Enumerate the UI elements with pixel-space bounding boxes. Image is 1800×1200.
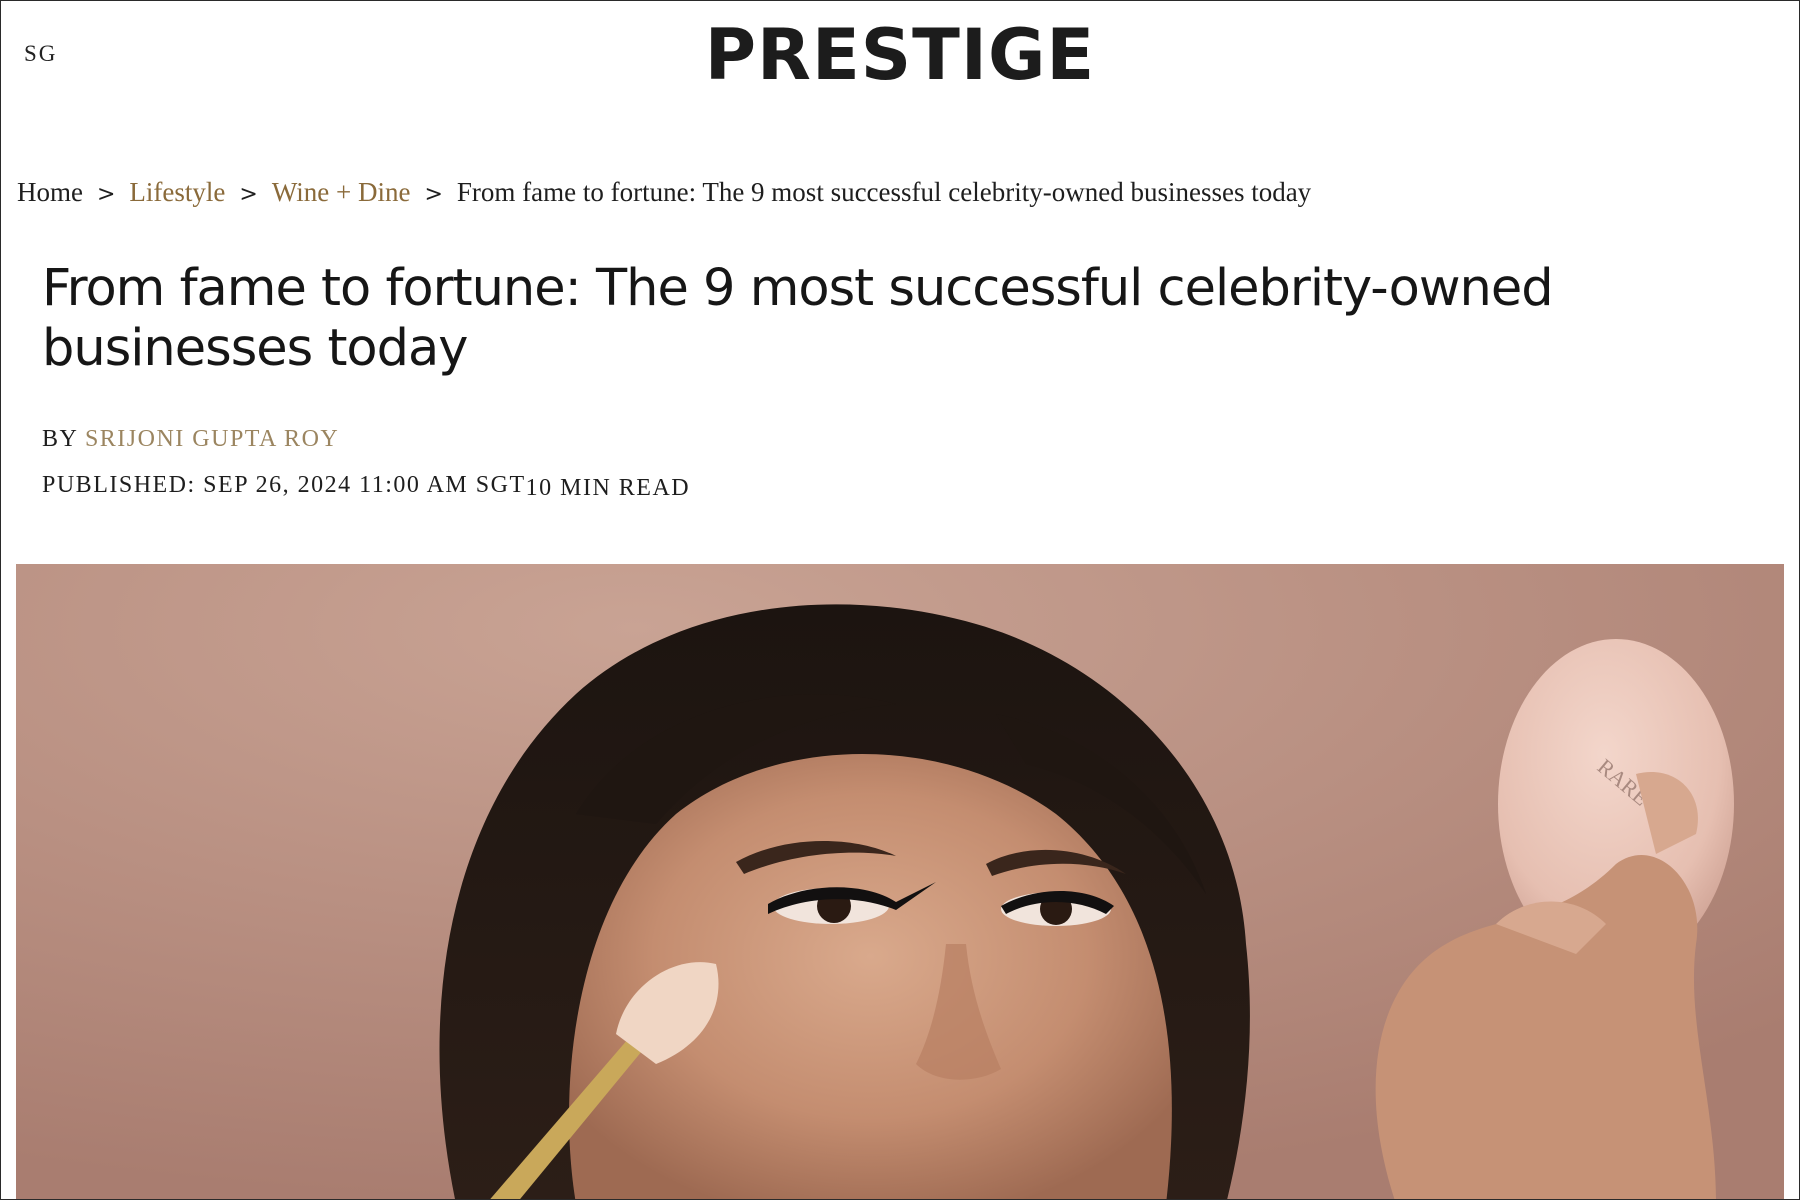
- author-link[interactable]: SRIJONI GUPTA ROY: [85, 426, 339, 452]
- byline-label: BY: [42, 426, 78, 452]
- article-title: From fame to fortune: The 9 most success…: [42, 259, 1554, 378]
- hero-image: RARE: [16, 564, 1784, 1199]
- byline: BY SRIJONI GUPTA ROY: [42, 426, 339, 453]
- breadcrumb-home[interactable]: Home: [17, 177, 83, 208]
- breadcrumb-separator: >: [424, 182, 443, 207]
- hero-illustration: RARE: [16, 564, 1784, 1199]
- article-page: SG PRESTIGE Home > Lifestyle > Wine + Di…: [0, 0, 1800, 1200]
- breadcrumb-current: From fame to fortune: The 9 most success…: [456, 177, 1312, 207]
- read-time: 10 MIN READ: [525, 475, 691, 501]
- breadcrumb-separator: >: [96, 182, 116, 207]
- breadcrumb-wine-dine[interactable]: Wine + Dine: [272, 177, 411, 208]
- site-logo[interactable]: PRESTIGE: [1, 15, 1799, 95]
- publish-date: PUBLISHED: SEP 26, 2024 11:00 AM SGT: [42, 472, 526, 498]
- breadcrumb: Home > Lifestyle > Wine + Dine > From fa…: [17, 177, 1311, 208]
- breadcrumb-separator: >: [239, 182, 258, 207]
- publish-info: PUBLISHED: SEP 26, 2024 11:00 AM SGT10 M…: [42, 472, 691, 501]
- breadcrumb-lifestyle[interactable]: Lifestyle: [129, 177, 225, 208]
